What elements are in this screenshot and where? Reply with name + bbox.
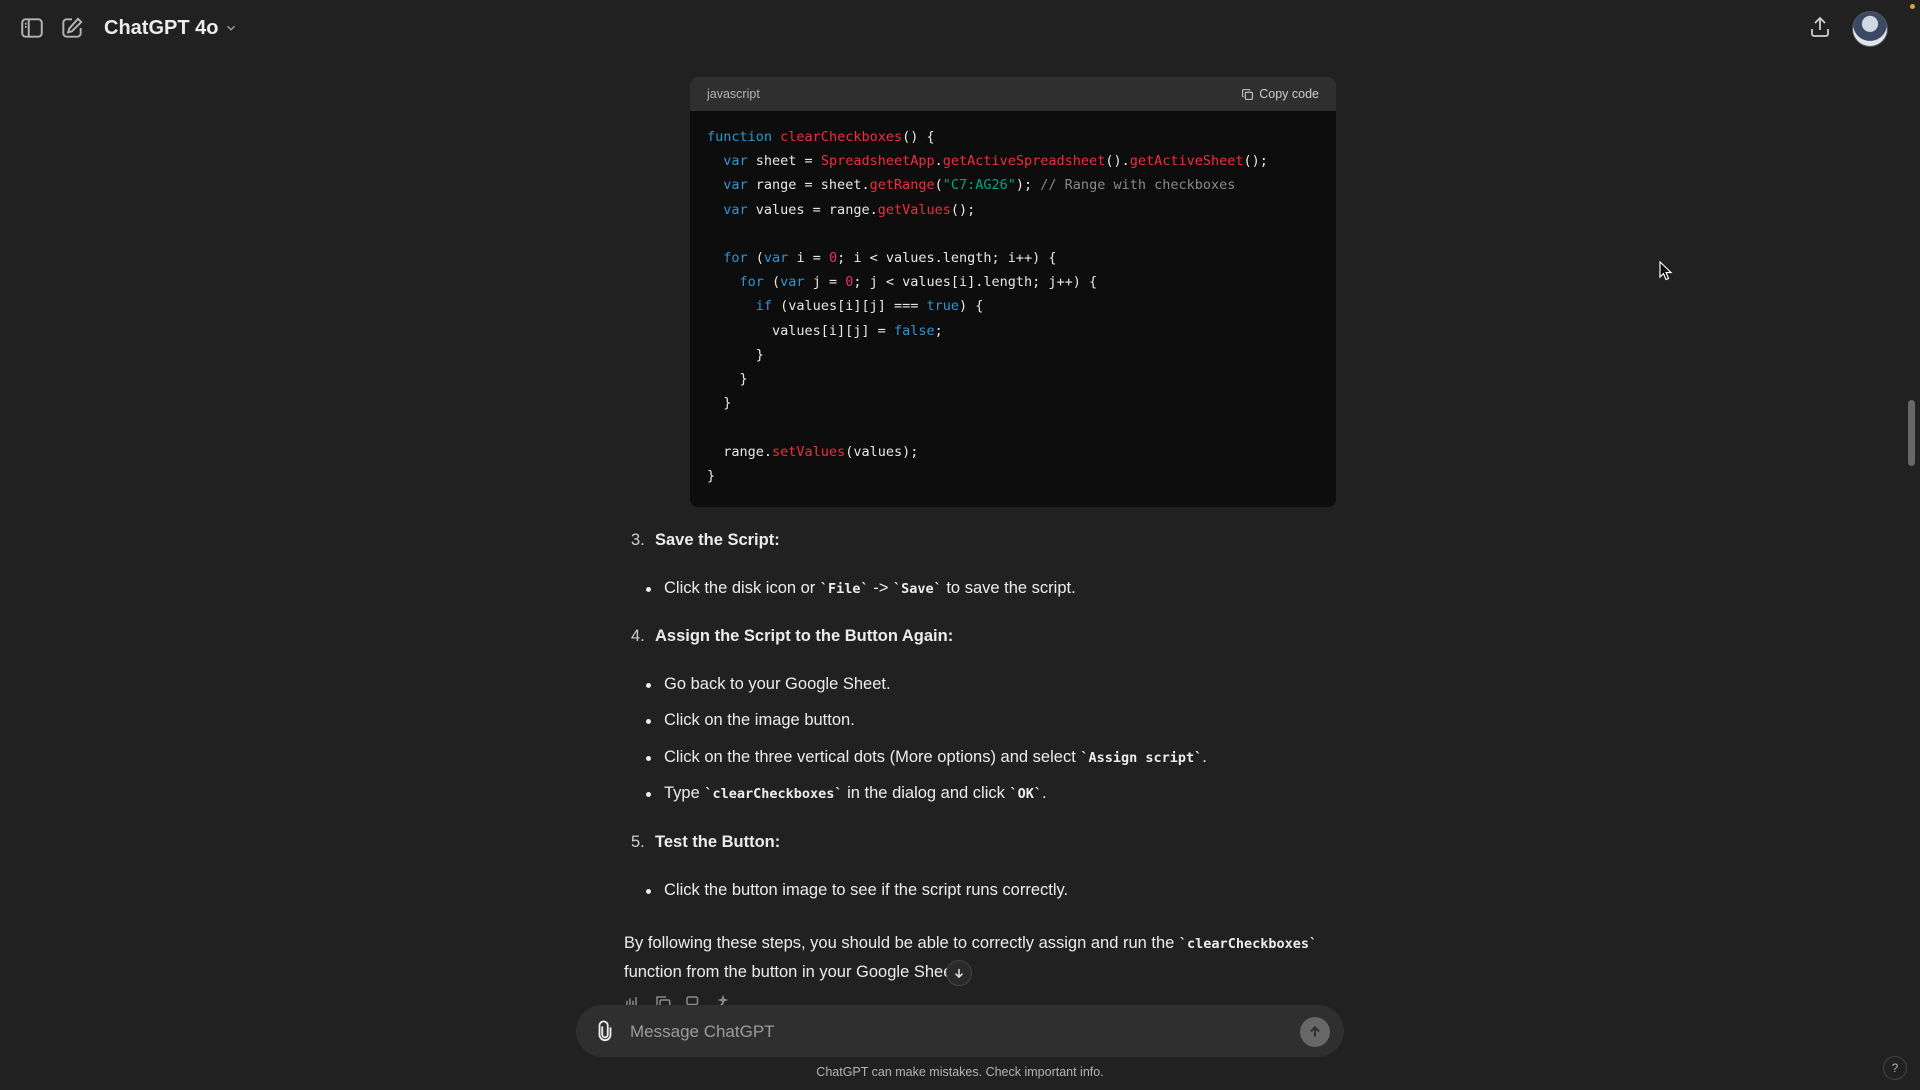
inline-code: `OK` (1009, 786, 1042, 802)
code-block-header: javascript Copy code (690, 77, 1336, 111)
code-line: for (var i = 0; i < values.length; i++) … (723, 250, 1057, 267)
disclaimer: ChatGPT can make mistakes. Check importa… (816, 1065, 1104, 1079)
inline-code: `File` (819, 581, 869, 597)
message-composer (576, 1005, 1344, 1057)
step-title: Save the Script: (655, 531, 780, 549)
inline-code: `Assign script` (1080, 750, 1203, 766)
code-block: javascript Copy code function clearCheck… (690, 77, 1336, 507)
inline-code: `clearCheckboxes` (704, 786, 843, 802)
step-number: 3. (631, 531, 645, 549)
message-input[interactable] (628, 1017, 1272, 1047)
scroll-to-bottom-button[interactable] (946, 959, 973, 986)
help-button[interactable]: ? (1883, 1056, 1907, 1080)
code-body: function clearCheckboxes() { var sheet =… (690, 111, 1336, 502)
list-item: Click on the three vertical dots (More o… (646, 748, 1207, 767)
code-line: } (707, 467, 716, 484)
step-number: 4. (631, 627, 645, 645)
mouse-cursor-icon (1659, 261, 1673, 281)
list-item: Click the button image to see if the scr… (646, 881, 1068, 900)
list-item: Go back to your Google Sheet. (646, 675, 891, 694)
copy-icon (1242, 88, 1254, 100)
closing-text-line2: function from the button in your Google … (624, 963, 953, 981)
send-button[interactable] (1300, 1017, 1330, 1047)
code-line: values[i][j] = false; (707, 322, 943, 339)
step-title: Assign the Script to the Button Again: (655, 627, 954, 645)
code-line: var sheet = SpreadsheetApp.getActiveSpre… (723, 153, 1268, 170)
code-line: } (707, 371, 748, 388)
model-selector[interactable]: ChatGPT 4o (104, 14, 238, 42)
list-item: Type `clearCheckboxes` in the dialog and… (646, 784, 1047, 803)
code-line: function clearCheckboxes() { (707, 129, 935, 145)
new-chat-icon[interactable] (59, 15, 85, 41)
step-number: 5. (631, 833, 645, 851)
scrollbar[interactable] (1904, 56, 1920, 1046)
inline-code: `Save` (892, 581, 942, 597)
step-5: 5. Test the Button: (631, 833, 780, 852)
code-language: javascript (707, 87, 760, 101)
step-3: 3. Save the Script: (631, 531, 780, 550)
top-bar: ChatGPT 4o (0, 0, 1920, 56)
arrow-up-icon (1310, 1025, 1320, 1037)
share-icon[interactable] (1808, 14, 1832, 40)
step-4: 4. Assign the Script to the Button Again: (631, 627, 953, 646)
code-line: range.setValues(values); (707, 443, 919, 460)
scrollbar-thumb[interactable] (1908, 400, 1915, 466)
code-line: if (values[i][j] === true) { (755, 298, 984, 315)
inline-code: `clearCheckboxes` (1178, 936, 1318, 952)
paperclip-icon[interactable] (594, 1020, 616, 1042)
list-item: Click the disk icon or `File` -> `Save` … (646, 579, 1076, 598)
model-name: ChatGPT 4o (104, 16, 219, 39)
copy-code-button[interactable]: Copy code (1241, 87, 1319, 101)
code-line: } (707, 395, 732, 412)
list-item: Click on the image button. (646, 711, 855, 730)
arrow-down-icon (955, 968, 964, 978)
code-line: for (var j = 0; j < values[i].length; j+… (739, 274, 1098, 291)
sidebar-toggle-icon[interactable] (19, 15, 45, 41)
chevron-down-icon (227, 25, 236, 31)
code-line: var range = sheet.getRange("C7:AG26"); /… (723, 177, 1236, 194)
closing-paragraph: By following these steps, you should be … (624, 929, 1336, 986)
copy-code-label: Copy code (1259, 87, 1319, 101)
closing-text: By following these steps, you should be … (624, 934, 1179, 952)
avatar[interactable] (1852, 11, 1888, 47)
code-line: } (707, 346, 764, 363)
code-line: var values = range.getValues(); (723, 201, 976, 218)
notification-dot (1910, 4, 1915, 9)
step-title: Test the Button: (655, 833, 781, 851)
